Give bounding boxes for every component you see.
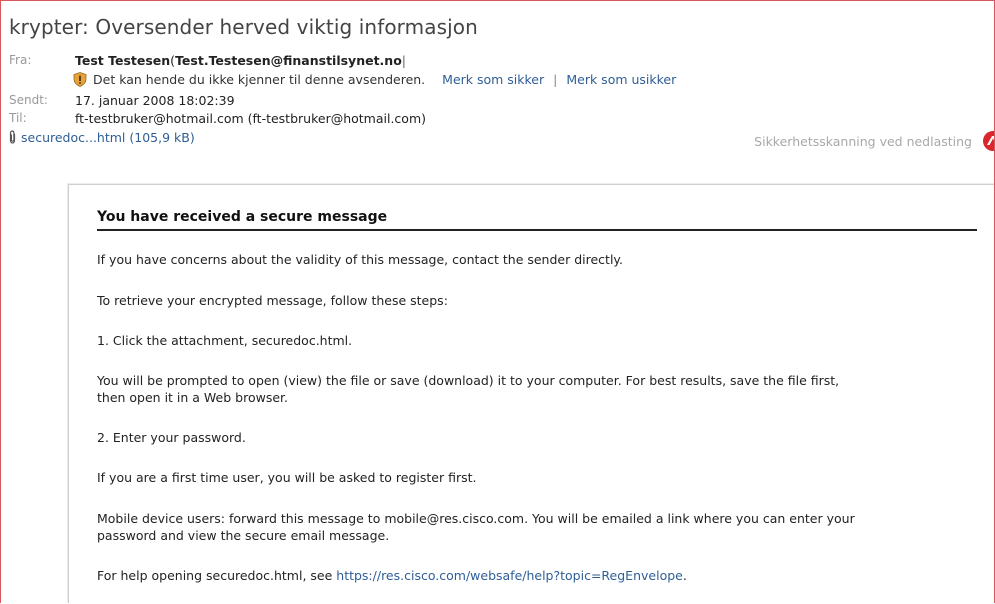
sender-address[interactable]: Test.Testesen@finanstilsynet.no [175,53,402,68]
mark-safe-link[interactable]: Merk som sikker [442,72,544,87]
sent-row: Sendt: 17. januar 2008 18:02:39 [9,93,909,111]
paragraph-mobile: Mobile device users: forward this messag… [97,510,977,544]
mark-unsafe-link[interactable]: Merk som usikker [566,72,676,87]
step-two: 2. Enter your password. [97,430,246,445]
sender-paren-close: | [401,53,407,68]
attachment-row: securedoc...html (105,9 kB) [8,130,195,145]
paragraph-concerns: If you have concerns about the validity … [97,252,624,267]
paragraph-prompt-line-2: then open it in a Web browser. [97,390,288,405]
from-value: Test Testesen(Test.Testesen@finanstilsyn… [75,53,406,68]
sender-warning-text: Det kan hende du ikke kjenner til denne … [93,72,426,87]
message-body: You have received a secure message If yo… [68,184,994,603]
paragraph-first-time: If you are a first time user, you will b… [97,470,477,485]
paragraph-prompt: You will be prompted to open (view) the … [97,372,977,406]
to-label: Til: [9,111,27,125]
step-one: 1. Click the attachment, securedoc.html. [97,333,353,348]
attachment-link[interactable]: securedoc...html (105,9 kB) [21,130,195,145]
title-divider [97,229,977,231]
from-label: Fra: [9,53,32,67]
help-prefix: For help opening securedoc.html, see [97,568,337,583]
paragraph-prompt-line-1: You will be prompted to open (view) the … [97,373,840,388]
shield-warning-icon [73,72,87,87]
sender-warning-row: Det kan hende du ikke kjenner til denne … [9,72,909,90]
to-value[interactable]: ft-testbruker@hotmail.com (ft-testbruker… [75,111,426,126]
sender-warning: Det kan hende du ikke kjenner til denne … [73,72,676,87]
paperclip-icon [9,130,16,144]
antivirus-scan-icon[interactable] [982,130,995,152]
to-row: Til: ft-testbruker@hotmail.com (ft-testb… [9,111,909,129]
help-link[interactable]: https://res.cisco.com/websafe/help?topic… [336,568,683,583]
sent-label: Sendt: [9,93,48,107]
message-title: You have received a secure message [97,209,388,225]
email-reading-pane: krypter: Oversender herved viktig inform… [0,0,995,603]
paragraph-mobile-line-2: password and view the secure email messa… [97,528,390,543]
paragraph-help: For help opening securedoc.html, see htt… [97,567,977,584]
help-suffix: . [682,568,687,583]
from-row: Fra: Test Testesen(Test.Testesen@finanst… [9,53,909,71]
link-separator: | [553,72,558,87]
paragraph-mobile-line-1: Mobile device users: forward this messag… [97,511,855,526]
email-subject: krypter: Oversender herved viktig inform… [9,15,478,39]
paragraph-retrieve: To retrieve your encrypted message, foll… [97,293,448,308]
sender-name[interactable]: Test Testesen [75,53,170,68]
sent-value: 17. januar 2008 18:02:39 [75,93,235,108]
security-scan-note: Sikkerhetsskanning ved nedlasting [754,134,972,149]
